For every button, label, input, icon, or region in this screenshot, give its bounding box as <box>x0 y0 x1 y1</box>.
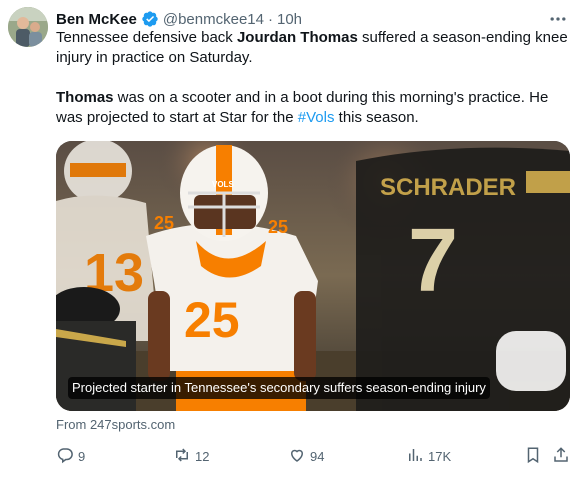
card-source-link[interactable]: From 247sports.com <box>56 417 175 432</box>
tweet-header: Ben McKee @benmckee14 · 10h <box>56 8 302 30</box>
repost-count: 12 <box>195 448 210 464</box>
reply-button[interactable]: 9 <box>56 446 85 466</box>
helmet-text: VOLS <box>212 180 234 189</box>
link-card-image[interactable]: 13 VOLS 25 25 25 SCHRADER 7 Projected st… <box>56 141 570 411</box>
like-count: 94 <box>310 448 325 464</box>
share-button[interactable] <box>552 446 574 466</box>
separator-dot: · <box>267 10 273 28</box>
card-caption[interactable]: Projected starter in Tennessee's seconda… <box>68 377 490 399</box>
tweet-paragraph-1: Tennessee defensive back Jourdan Thomas … <box>56 28 568 68</box>
author-handle[interactable]: @benmckee14 <box>163 11 264 28</box>
action-bar: 9 12 94 17K <box>56 446 570 466</box>
share-icon <box>552 446 574 467</box>
card-photo: 13 VOLS 25 25 25 SCHRADER 7 <box>56 141 570 411</box>
bold-player-surname: Thomas <box>56 89 114 106</box>
author-name[interactable]: Ben McKee <box>56 11 137 28</box>
bold-player-name: Jourdan Thomas <box>236 29 358 46</box>
opponent-jersey-number: 7 <box>408 211 458 311</box>
opponent-player-7: SCHRADER 7 <box>356 147 570 411</box>
jersey-number: 25 <box>184 292 240 348</box>
bookmark-button[interactable] <box>524 446 546 466</box>
text-segment: Tennessee defensive back <box>56 29 237 46</box>
shoulder-number-right: 25 <box>268 217 288 237</box>
tweet[interactable]: Ben McKee @benmckee14 · 10h Tennessee de… <box>0 0 583 478</box>
repost-icon <box>173 446 195 467</box>
opponent-nameplate: SCHRADER <box>380 174 516 201</box>
verified-icon <box>141 10 159 28</box>
reply-icon <box>56 446 78 467</box>
like-icon <box>288 446 310 467</box>
tweet-text: Tennessee defensive back Jourdan Thomas … <box>56 28 568 128</box>
hashtag-link[interactable]: #Vols <box>298 109 335 126</box>
tweet-paragraph-2: Thomas was on a scooter and in a boot du… <box>56 88 568 128</box>
like-button[interactable]: 94 <box>288 446 324 466</box>
more-icon[interactable] <box>547 8 569 30</box>
views-button[interactable]: 17K <box>406 446 451 466</box>
shoulder-number-left: 25 <box>154 213 174 233</box>
repost-button[interactable]: 12 <box>173 446 209 466</box>
text-segment: this season. <box>334 109 419 126</box>
reply-count: 9 <box>78 448 86 464</box>
timestamp[interactable]: 10h <box>277 11 302 28</box>
avatar[interactable] <box>8 7 48 47</box>
views-count: 17K <box>428 448 452 464</box>
views-icon <box>406 446 428 467</box>
bookmark-icon <box>524 446 546 467</box>
